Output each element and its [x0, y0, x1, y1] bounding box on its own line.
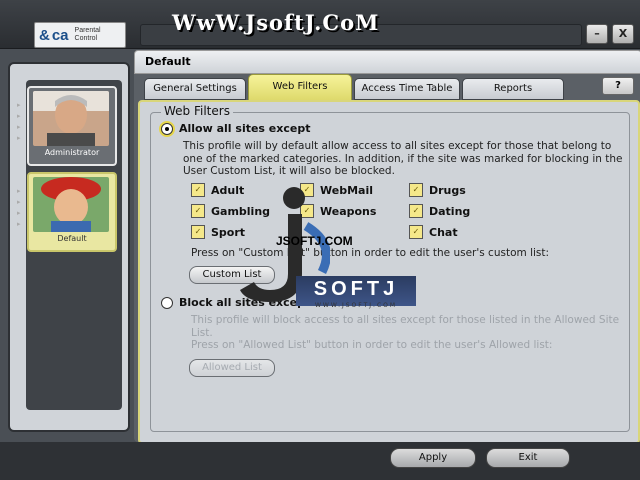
- checkbox-icon: ✓: [191, 183, 205, 197]
- exit-button[interactable]: Exit: [486, 448, 570, 468]
- profile-header: Default: [134, 50, 640, 74]
- radio-unselected-icon: [161, 296, 173, 309]
- sidebar-arrows-icon: ▸ ▸ ▸ ▸: [17, 101, 21, 142]
- profile-administrator[interactable]: Administrator: [27, 86, 117, 166]
- allow-option-label: Allow all sites except: [179, 122, 311, 135]
- checkbox-icon: ✓: [409, 183, 423, 197]
- tab-general-settings[interactable]: General Settings: [144, 78, 246, 100]
- web-filters-group: Web Filters Allow all sites except This …: [150, 104, 630, 432]
- logo-brand: ca: [51, 26, 69, 44]
- page-title: Default: [145, 55, 191, 68]
- administrator-avatar: [33, 91, 109, 146]
- profile-label: Administrator: [44, 148, 100, 157]
- tab-web-filters[interactable]: Web Filters: [248, 74, 352, 102]
- watermark-logo-sub: WWW.JSOFTJ.COM: [314, 302, 398, 309]
- radio-selected-icon: [161, 122, 173, 135]
- allow-all-sites-radio[interactable]: Allow all sites except: [161, 122, 310, 135]
- category-drugs[interactable]: ✓ Drugs: [409, 182, 466, 198]
- tab-bar: General Settings Web Filters Access Time…: [134, 74, 640, 102]
- allowed-list-hint: Press on "Allowed List" button in order …: [191, 339, 553, 351]
- sidebar-arrows-icon-2: ▸ ▸ ▸ ▸: [17, 187, 21, 228]
- category-dating[interactable]: ✓ Dating: [409, 203, 470, 219]
- category-chat[interactable]: ✓ Chat: [409, 224, 458, 240]
- logo-product: Parental Control: [75, 27, 101, 43]
- checkbox-icon: ✓: [191, 225, 205, 239]
- group-title: Web Filters: [161, 104, 233, 118]
- help-button[interactable]: ?: [602, 77, 634, 95]
- allowed-list-button[interactable]: Allowed List: [189, 359, 275, 377]
- web-filters-content: Web Filters Allow all sites except This …: [138, 100, 640, 444]
- default-avatar: [33, 177, 109, 232]
- minimize-button[interactable]: –: [586, 24, 608, 44]
- logo-product-line2: Control: [74, 35, 98, 42]
- block-option-description: This profile will block access to all si…: [191, 314, 620, 339]
- category-label: Drugs: [429, 183, 466, 197]
- main-panel: Default General Settings Web Filters Acc…: [134, 50, 640, 444]
- watermark-text: JSOFTJ.COM: [276, 234, 353, 248]
- allow-option-description: This profile will by default allow acces…: [183, 140, 623, 177]
- tab-reports[interactable]: Reports: [462, 78, 564, 100]
- checkbox-icon: ✓: [409, 204, 423, 218]
- ca-parental-control-logo: & ca Parental Control: [34, 22, 126, 48]
- top-bar: & ca Parental Control WwW.JsoftJ.CoM – X: [0, 0, 640, 49]
- category-label: Dating: [429, 204, 471, 218]
- profile-default[interactable]: Default: [27, 172, 117, 252]
- profile-label: Default: [57, 234, 87, 243]
- app-window: & ca Parental Control WwW.JsoftJ.CoM – X…: [0, 0, 640, 480]
- checkbox-icon: ✓: [191, 204, 205, 218]
- tab-access-time-table[interactable]: Access Time Table: [354, 78, 460, 100]
- category-label: Chat: [429, 225, 458, 239]
- apply-button[interactable]: Apply: [390, 448, 476, 468]
- close-button[interactable]: X: [612, 24, 634, 44]
- logo-product-line1: Parental: [74, 27, 101, 34]
- site-watermark: WwW.JsoftJ.CoM: [172, 10, 380, 35]
- checkbox-icon: ✓: [409, 225, 423, 239]
- logo-mark: &: [39, 26, 50, 44]
